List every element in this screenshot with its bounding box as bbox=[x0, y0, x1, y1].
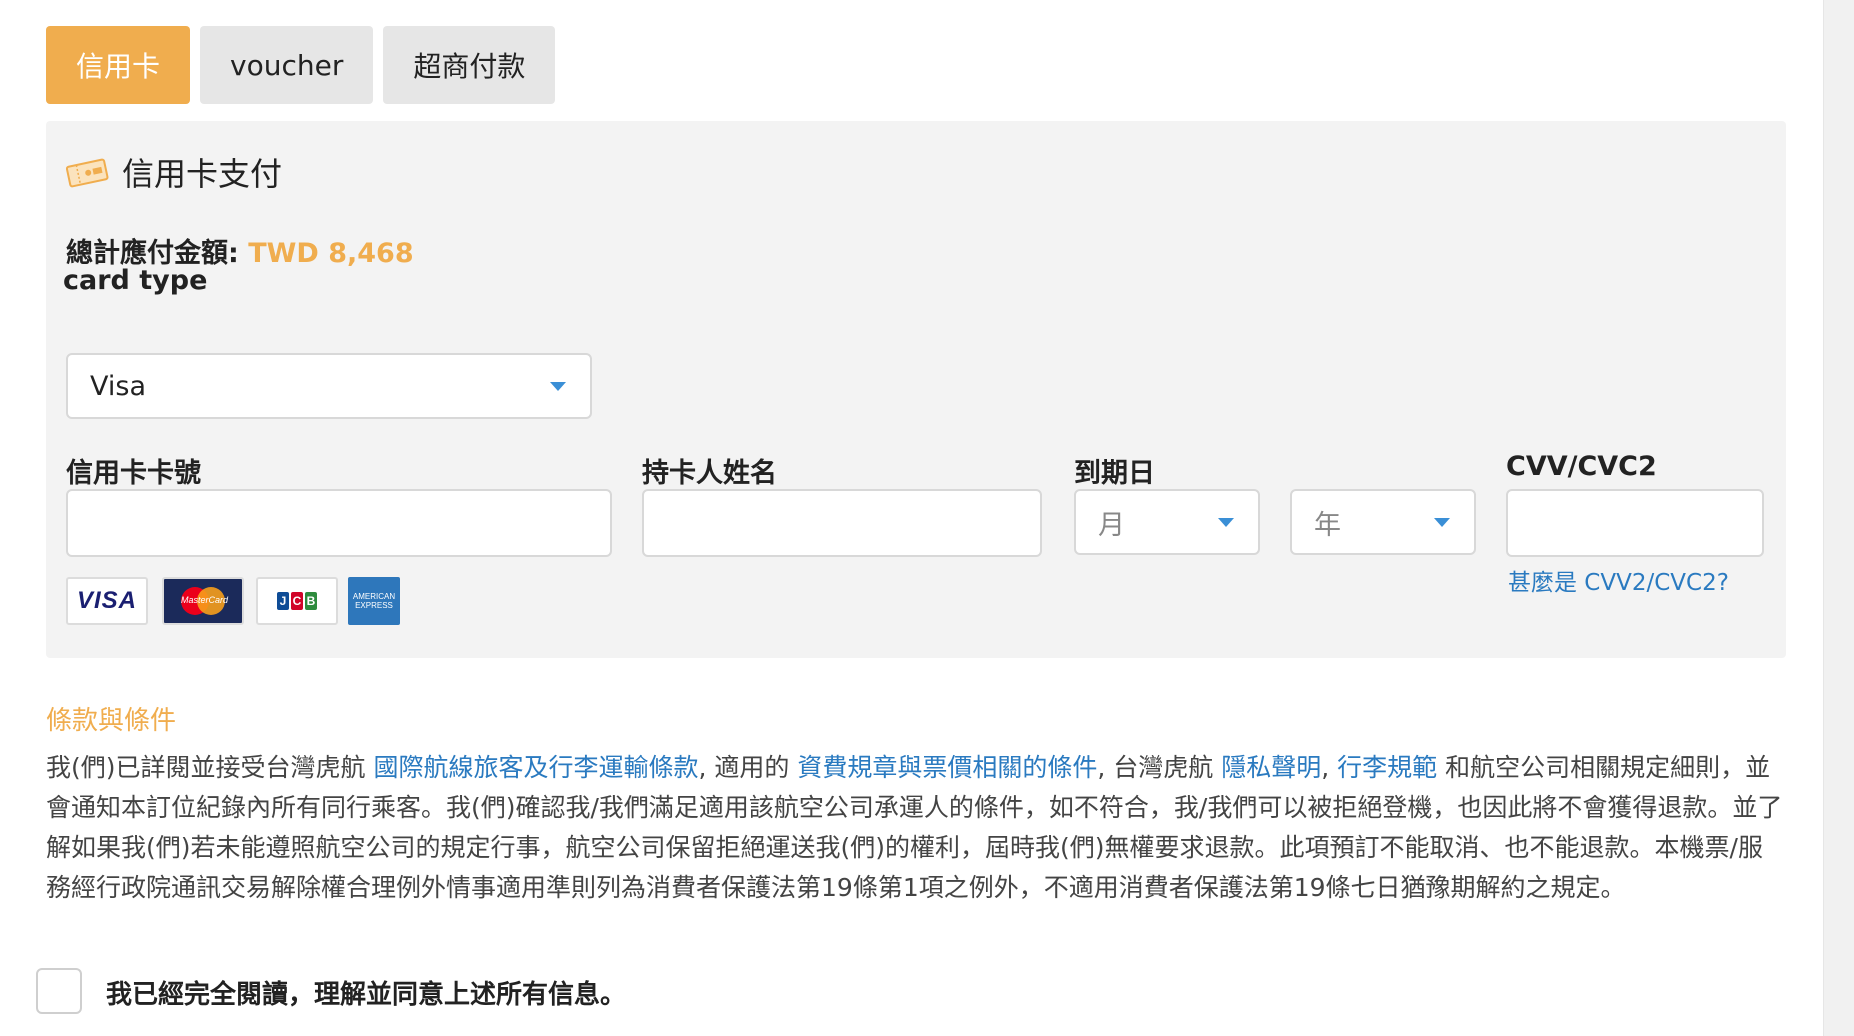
tab-convenience-store[interactable]: 超商付款 bbox=[383, 26, 556, 104]
expiry-month-placeholder: 月 bbox=[1098, 509, 1125, 541]
expiry-year-select[interactable]: 年 bbox=[1290, 489, 1476, 555]
amex-logo-text: AMERICAN EXPRESS bbox=[352, 592, 396, 610]
panel-title: 信用卡支付 bbox=[122, 155, 283, 193]
cardholder-name-input[interactable] bbox=[642, 489, 1042, 557]
expiry-year-placeholder: 年 bbox=[1314, 509, 1341, 541]
expiry-month-select[interactable]: 月 bbox=[1074, 489, 1260, 555]
terms-text-part: , 台灣虎航 bbox=[1097, 753, 1222, 782]
cvv-input[interactable] bbox=[1506, 489, 1764, 557]
terms-heading: 條款與條件 bbox=[46, 706, 177, 736]
tab-voucher[interactable]: voucher bbox=[200, 26, 374, 104]
agree-label[interactable]: 我已經完全閱讀，理解並同意上述所有信息。 bbox=[106, 974, 626, 1011]
card-type-select[interactable]: Visa bbox=[66, 353, 592, 419]
scrollbar[interactable] bbox=[1823, 0, 1854, 1036]
baggage-rules-link[interactable]: 行李規範 bbox=[1337, 753, 1437, 782]
cvv-label: CVV/CVC2 bbox=[1506, 451, 1657, 482]
chevron-down-icon bbox=[550, 382, 566, 391]
intl-carriage-terms-link[interactable]: 國際航線旅客及行李運輸條款 bbox=[373, 753, 698, 782]
expiry-label: 到期日 bbox=[1074, 458, 1155, 489]
agree-checkbox[interactable] bbox=[36, 968, 82, 1014]
cvv-help-link[interactable]: 甚麼是 CVV2/CVC2? bbox=[1508, 563, 1729, 597]
terms-text-part: , 適用的 bbox=[698, 753, 798, 782]
visa-logo: VISA bbox=[66, 577, 148, 625]
tab-credit-card[interactable]: 信用卡 bbox=[46, 26, 191, 104]
total-amount: TWD 8,468 bbox=[248, 238, 414, 269]
chevron-down-icon bbox=[1434, 518, 1450, 527]
card-type-label: card type bbox=[63, 265, 208, 296]
chevron-down-icon bbox=[1218, 518, 1234, 527]
terms-text: 我(們)已詳閱並接受台灣虎航 國際航線旅客及行李運輸條款, 適用的 資費規章與票… bbox=[46, 748, 1786, 908]
jcb-logo-mark: J C B bbox=[276, 592, 318, 610]
visa-logo-text: VISA bbox=[76, 587, 137, 614]
jcb-logo: J C B bbox=[256, 577, 338, 625]
ticket-icon bbox=[64, 154, 110, 190]
card-number-label: 信用卡卡號 bbox=[66, 458, 201, 489]
mastercard-logo: MasterCard bbox=[162, 577, 244, 625]
privacy-policy-link[interactable]: 隱私聲明 bbox=[1221, 753, 1321, 782]
credit-card-panel: 信用卡支付 總計應付金額: TWD 8,468 card type Visa 信… bbox=[46, 121, 1786, 658]
mastercard-logo-text: MasterCard bbox=[181, 595, 229, 605]
fare-rules-link[interactable]: 資費規章與票價相關的條件 bbox=[797, 753, 1097, 782]
terms-text-part: , bbox=[1321, 753, 1338, 782]
amex-logo: AMERICAN EXPRESS bbox=[348, 577, 400, 625]
payment-tabs: 信用卡 voucher 超商付款 bbox=[46, 26, 556, 104]
cardholder-name-label: 持卡人姓名 bbox=[642, 458, 777, 489]
panel-header: 信用卡支付 bbox=[64, 149, 282, 195]
card-type-value: Visa bbox=[90, 370, 146, 402]
card-number-input[interactable] bbox=[66, 489, 612, 557]
terms-text-part: 我(們)已詳閱並接受台灣虎航 bbox=[46, 753, 374, 782]
